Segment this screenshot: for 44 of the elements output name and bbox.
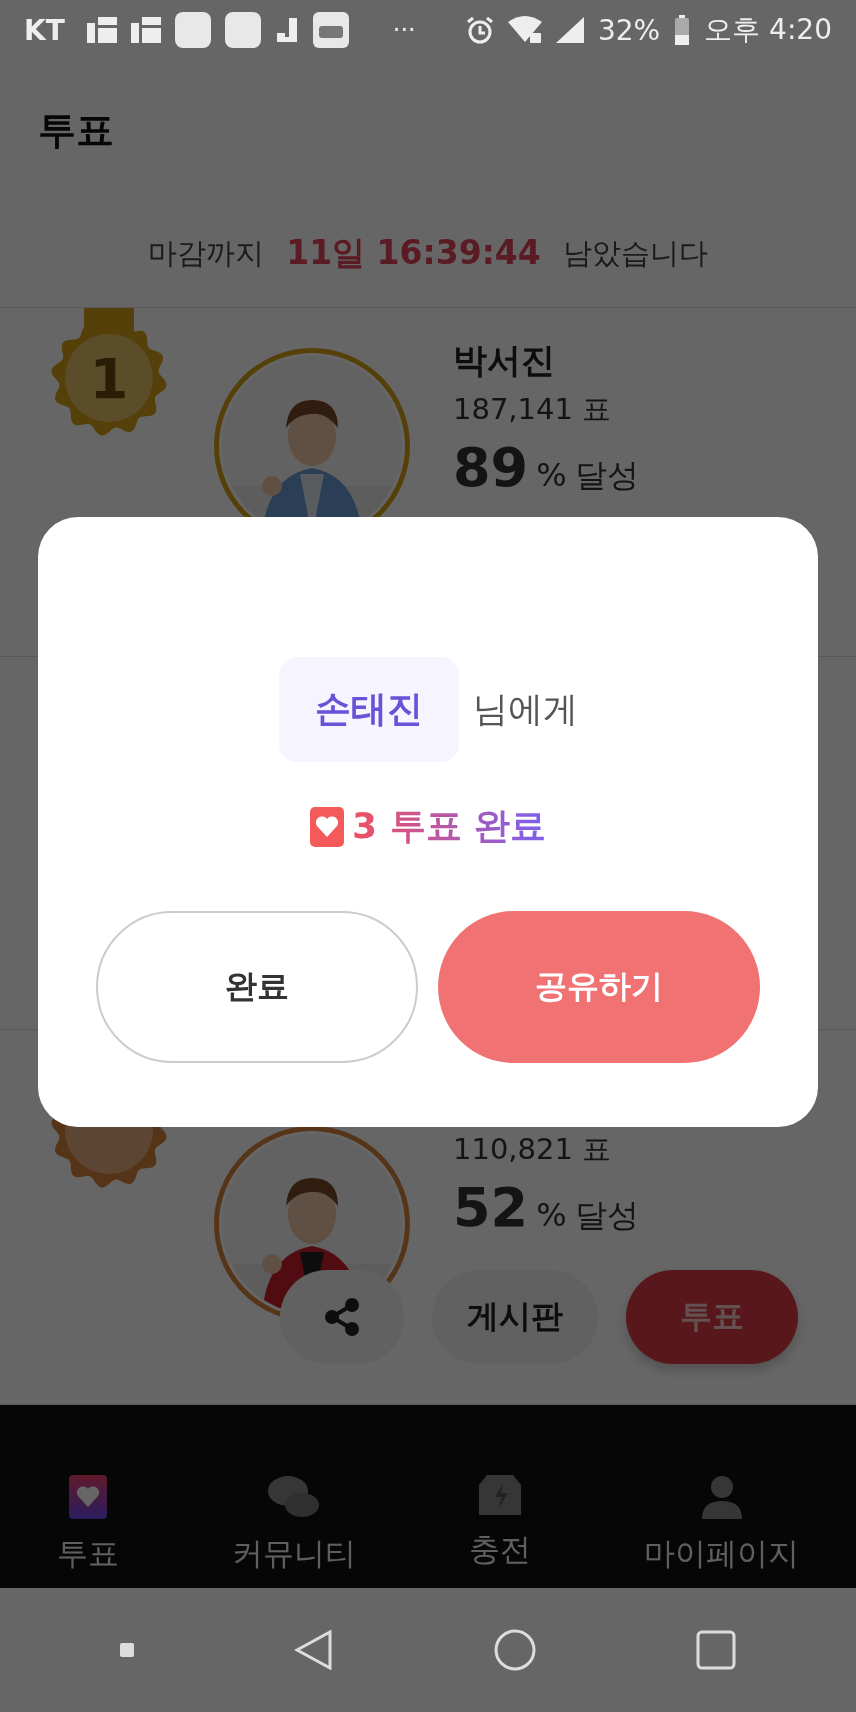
share-icon	[322, 1297, 362, 1337]
chat-icon	[267, 1475, 320, 1519]
percent-value: 52	[453, 1176, 529, 1239]
more-indicator: ···	[392, 16, 416, 44]
home-icon[interactable]	[494, 1629, 536, 1671]
achieved-label: 달성	[574, 455, 639, 496]
app-icon	[224, 12, 261, 48]
nav-tab[interactable]: 마이페이지	[644, 1475, 800, 1575]
done-button[interactable]: 완료	[96, 911, 418, 1063]
clock: 오후 4:20	[704, 12, 832, 48]
recipient-name: 손태진	[278, 657, 459, 762]
share-button[interactable]: 공유하기	[438, 911, 760, 1063]
percent-unit: %	[536, 456, 567, 494]
board-button[interactable]: 게시판	[432, 1270, 598, 1364]
battery-icon	[674, 15, 691, 45]
notification-icon	[86, 17, 117, 43]
app-icon	[274, 18, 299, 42]
nav-tab[interactable]: 커뮤니티	[231, 1475, 356, 1575]
recent-apps-icon	[120, 1643, 134, 1657]
percent-unit: %	[536, 1196, 567, 1234]
notification-icon	[130, 17, 161, 43]
alarm-icon	[466, 16, 494, 44]
deadline-label: 마감까지	[148, 234, 265, 272]
battery-level: 32%	[598, 13, 661, 47]
app-icon	[312, 12, 349, 48]
carrier-label: KT	[24, 13, 65, 47]
person-icon	[701, 1475, 742, 1519]
achieved-label: 달성	[574, 1195, 639, 1236]
percent-value: 89	[453, 436, 529, 499]
signal-icon	[556, 17, 584, 43]
deadline-label: 남았습니다	[562, 234, 708, 272]
nav-tab[interactable]: 충전	[469, 1475, 532, 1575]
overview-icon[interactable]	[696, 1630, 736, 1670]
countdown: 11일 16:39:44	[286, 232, 541, 274]
nav-tab[interactable]: 투표	[56, 1475, 119, 1575]
vote-count: 187,141 표	[453, 391, 613, 428]
lightning-icon	[479, 1475, 522, 1515]
app-icon	[174, 12, 211, 48]
back-icon[interactable]	[294, 1630, 334, 1670]
page-title: 투표	[38, 106, 114, 154]
vote-count: 110,821 표	[453, 1131, 613, 1168]
wifi-icon	[508, 16, 542, 44]
candidate-name: 박서진	[453, 339, 556, 382]
recipient-suffix: 님에게	[472, 688, 578, 731]
